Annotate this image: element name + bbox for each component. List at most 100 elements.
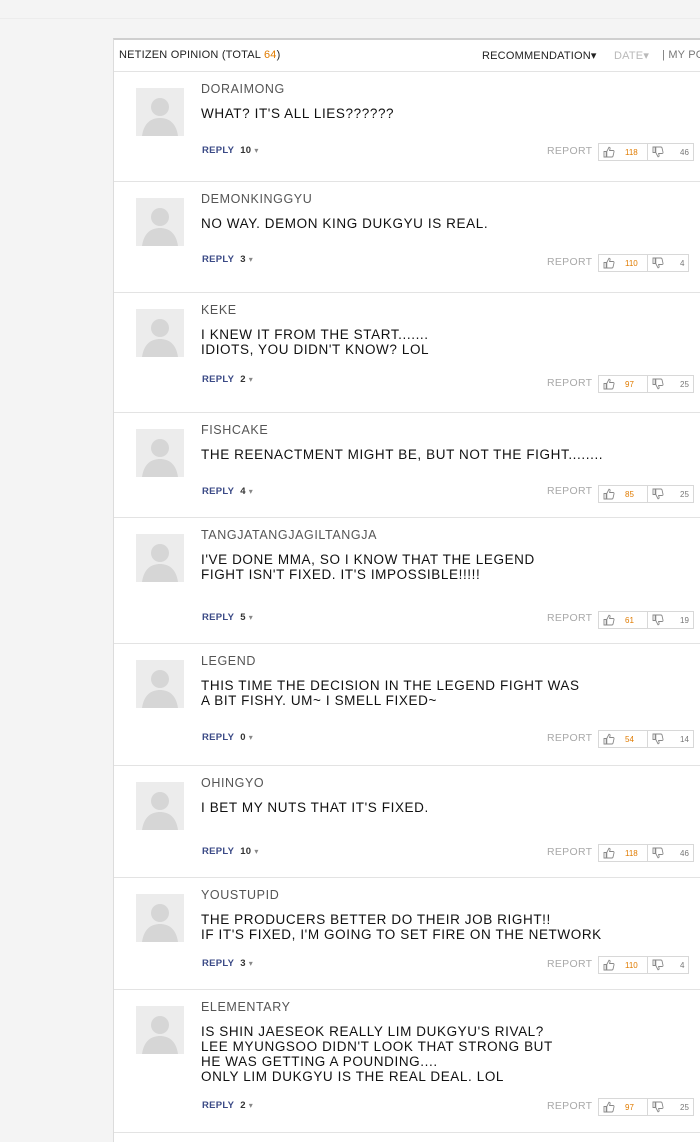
comment-username[interactable]: ELEMENTARY	[201, 1000, 291, 1014]
thumbs-down-icon	[652, 959, 664, 971]
thumbs-down-icon	[652, 378, 664, 390]
downvote-button[interactable]: 14	[648, 731, 693, 747]
upvote-button[interactable]: 97	[599, 1099, 648, 1115]
downvote-button[interactable]: 46	[648, 845, 693, 861]
upvote-button[interactable]: 110	[599, 957, 648, 973]
avatar	[136, 88, 184, 136]
chevron-down-icon: ▾	[248, 1101, 254, 1110]
comment-username[interactable]: DORAIMONG	[201, 82, 285, 96]
comment-text: WHAT? IT'S ALL LIES??????	[201, 106, 395, 121]
upvote-count: 97	[625, 1102, 634, 1112]
chevron-down-icon: ▾	[248, 733, 254, 742]
my-posts-tab[interactable]: | MY PO	[662, 49, 700, 61]
report-button[interactable]: REPORT	[547, 145, 592, 157]
downvote-button[interactable]: 25	[648, 1099, 693, 1115]
reply-button[interactable]: REPLY 2 ▾	[202, 374, 253, 385]
avatar	[136, 429, 184, 477]
comment-item: LEGEND THIS TIME THE DECISION IN THE LEG…	[114, 644, 700, 766]
comments-title-end: )	[276, 49, 281, 61]
reply-button[interactable]: REPLY 3 ▾	[202, 958, 253, 969]
report-button[interactable]: REPORT	[547, 1100, 592, 1112]
report-button[interactable]: REPORT	[547, 256, 592, 268]
upvote-button[interactable]: 61	[599, 612, 648, 628]
avatar	[136, 782, 184, 830]
report-button[interactable]: REPORT	[547, 732, 592, 744]
downvote-button[interactable]: 4	[648, 255, 688, 271]
vote-box: 110 4	[598, 956, 690, 974]
avatar	[136, 894, 184, 942]
thumbs-up-icon	[603, 488, 615, 500]
report-button[interactable]: REPORT	[547, 612, 592, 624]
default-user-icon	[142, 439, 178, 477]
top-divider	[0, 18, 700, 19]
reply-count: 0	[240, 732, 246, 743]
comment-item: YOUSTUPID THE PRODUCERS BETTER DO THEIR …	[114, 878, 700, 990]
comment-text: IS SHIN JAESEOK REALLY LIM DUKGYU'S RIVA…	[201, 1024, 553, 1084]
upvote-button[interactable]: 54	[599, 731, 648, 747]
comment-username[interactable]: DEMONKINGGYU	[201, 192, 312, 206]
chevron-down-icon: ▾	[248, 255, 254, 264]
comment-username[interactable]: KEKE	[201, 303, 237, 317]
upvote-button[interactable]: 118	[599, 144, 648, 160]
comment-text: I'VE DONE MMA, SO I KNOW THAT THE LEGEND…	[201, 552, 535, 582]
comment-item: DEMONKINGGYU NO WAY. DEMON KING DUKGYU I…	[114, 182, 700, 293]
avatar	[136, 198, 184, 246]
comment-username[interactable]: YOUSTUPID	[201, 888, 279, 902]
comment-username[interactable]: LEGEND	[201, 654, 256, 668]
comment-username[interactable]: TANGJATANGJAGILTANGJA	[201, 528, 377, 542]
reply-button[interactable]: REPLY 4 ▾	[202, 486, 253, 497]
reply-count: 2	[240, 1100, 246, 1111]
downvote-button[interactable]: 19	[648, 612, 693, 628]
upvote-button[interactable]: 85	[599, 486, 648, 502]
report-button[interactable]: REPORT	[547, 846, 592, 858]
upvote-count: 85	[625, 489, 634, 499]
reply-count: 5	[240, 612, 246, 623]
comment-username[interactable]: FISHCAKE	[201, 423, 268, 437]
thumbs-down-icon	[652, 847, 664, 859]
report-button[interactable]: REPORT	[547, 377, 592, 389]
downvote-button[interactable]: 4	[648, 957, 688, 973]
comment-text: I KNEW IT FROM THE START....... IDIOTS, …	[201, 327, 430, 357]
reply-label: REPLY	[202, 958, 235, 969]
thumbs-up-icon	[603, 614, 615, 626]
chevron-down-icon: ▾	[254, 146, 259, 155]
upvote-button[interactable]: 97	[599, 376, 648, 392]
comment-item: OHINGYO I BET MY NUTS THAT IT'S FIXED. R…	[114, 766, 700, 878]
comment-item: KEKE I KNEW IT FROM THE START....... IDI…	[114, 293, 700, 413]
upvote-count: 110	[625, 960, 638, 970]
comments-title-label: NETIZEN OPINION (TOTAL	[119, 49, 264, 61]
thumbs-up-icon	[603, 378, 615, 390]
vote-box: 54 14	[598, 730, 694, 748]
downvote-button[interactable]: 25	[648, 486, 693, 502]
report-button[interactable]: REPORT	[547, 485, 592, 497]
thumbs-up-icon	[603, 1101, 615, 1113]
reply-button[interactable]: REPLY 10 ▾	[202, 846, 259, 857]
sort-recommendation-tab[interactable]: RECOMMENDATION▾	[482, 49, 597, 62]
avatar	[136, 534, 184, 582]
comment-text: NO WAY. DEMON KING DUKGYU IS REAL.	[201, 216, 489, 231]
reply-count: 3	[240, 958, 246, 969]
reply-button[interactable]: REPLY 3 ▾	[202, 254, 253, 265]
upvote-button[interactable]: 110	[599, 255, 648, 271]
report-button[interactable]: REPORT	[547, 958, 592, 970]
comment-item: ELEMENTARY IS SHIN JAESEOK REALLY LIM DU…	[114, 990, 700, 1133]
chevron-down-icon: ▾	[254, 847, 259, 856]
vote-box: 118 46	[598, 143, 694, 161]
comments-header: NETIZEN OPINION (TOTAL 64) RECOMMENDATIO…	[114, 40, 700, 72]
reply-button[interactable]: REPLY 5 ▾	[202, 612, 253, 623]
downvote-count: 25	[680, 1102, 689, 1112]
sort-date-tab[interactable]: DATE▾	[614, 49, 649, 62]
avatar	[136, 1006, 184, 1054]
upvote-count: 61	[625, 615, 634, 625]
downvote-count: 14	[680, 734, 689, 744]
vote-box: 118 46	[598, 844, 694, 862]
thumbs-down-icon	[652, 488, 664, 500]
downvote-button[interactable]: 25	[648, 376, 693, 392]
vote-box: 85 25	[598, 485, 694, 503]
comment-username[interactable]: OHINGYO	[201, 776, 264, 790]
downvote-button[interactable]: 46	[648, 144, 693, 160]
reply-button[interactable]: REPLY 2 ▾	[202, 1100, 253, 1111]
upvote-button[interactable]: 118	[599, 845, 648, 861]
reply-button[interactable]: REPLY 10 ▾	[202, 145, 259, 156]
reply-button[interactable]: REPLY 0 ▾	[202, 732, 253, 743]
